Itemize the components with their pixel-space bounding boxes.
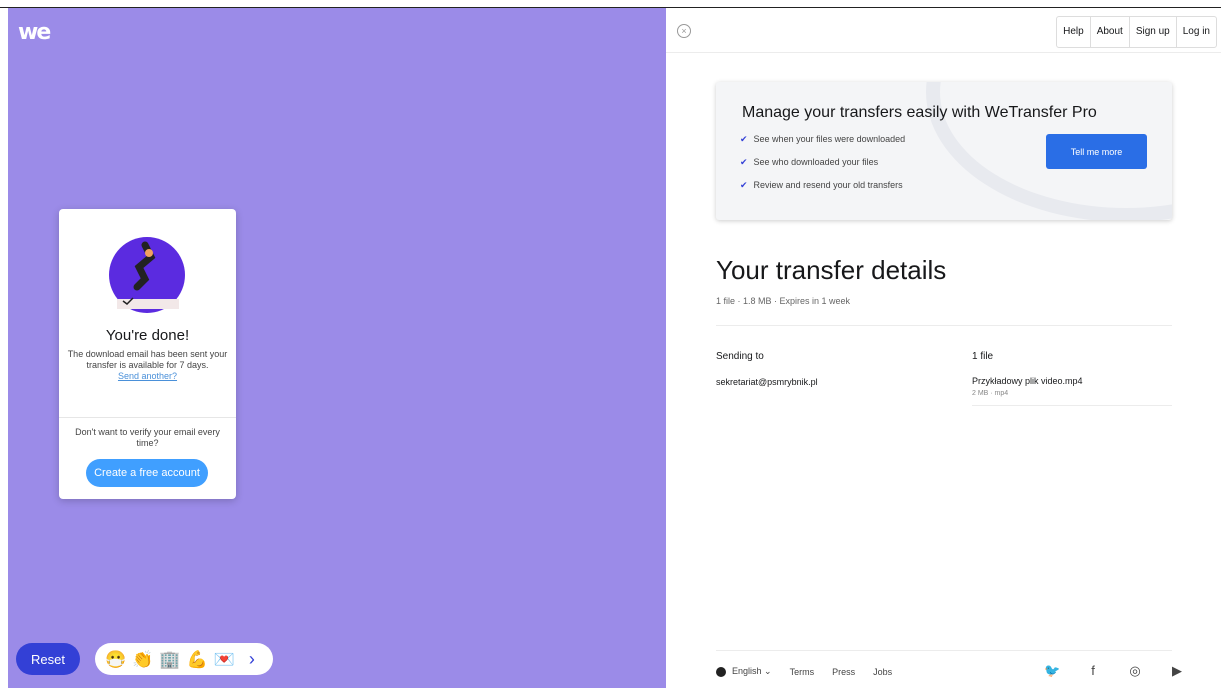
file-meta: 2 MB · mp4 xyxy=(972,390,1009,397)
header-divider xyxy=(666,52,1221,53)
promo-feature-text: See who downloaded your files xyxy=(753,157,879,167)
footer-link-terms[interactable]: Terms xyxy=(790,667,815,677)
page-title: Your transfer details xyxy=(716,255,947,285)
chevron-right-icon[interactable]: › xyxy=(249,649,255,670)
done-message-text: The download email has been sent your tr… xyxy=(67,349,228,370)
promo-feature: ✔ See when your files were downloaded xyxy=(740,133,905,156)
instagram-icon[interactable]: ◎ xyxy=(1128,663,1142,679)
reset-button[interactable]: Reset xyxy=(16,643,80,675)
promo-features: ✔ See when your files were downloaded ✔ Se… xyxy=(740,133,905,202)
footer-link-jobs[interactable]: Jobs xyxy=(873,667,892,677)
done-title: You're done! xyxy=(105,327,190,344)
check-icon: ✔ xyxy=(740,134,748,144)
promo-feature-text: See when your files were downloaded xyxy=(753,134,906,144)
youtube-icon[interactable]: ▶ xyxy=(1170,663,1184,679)
nav-about[interactable]: About xyxy=(1089,17,1129,47)
footer: English ⌄ Terms Press Jobs xyxy=(716,666,910,677)
social-links: 🐦 f ◎ ▶ xyxy=(1044,663,1184,679)
check-icon: ✔ xyxy=(740,180,748,190)
promo-feature: ✔ See who downloaded your files xyxy=(740,156,905,179)
wallpaper-toolbar: 😷 👏 🏢 💪 💌 › xyxy=(95,643,273,675)
file-divider xyxy=(972,405,1172,406)
footer-link-press[interactable]: Press xyxy=(832,667,855,677)
done-message: The download email has been sent your tr… xyxy=(67,349,228,382)
window-top-border xyxy=(0,0,1221,8)
footer-divider xyxy=(716,650,1172,651)
flex-emoji-icon[interactable]: 💪 xyxy=(187,651,208,668)
send-another-link[interactable]: Send another? xyxy=(67,371,228,382)
recipient-email: sekretariat@psmrybnik.pl xyxy=(716,377,818,387)
top-nav: Help About Sign up Log in xyxy=(1056,16,1217,48)
envelope-emoji-icon[interactable]: 💌 xyxy=(214,651,235,668)
nav-help[interactable]: Help xyxy=(1057,17,1090,47)
success-illustration xyxy=(109,237,185,313)
transfer-meta: 1 file · 1.8 MB · Expires in 1 week xyxy=(716,296,851,306)
create-account-button[interactable]: Create a free account xyxy=(86,459,208,487)
background-panel: we You're done! The download email has b… xyxy=(0,8,666,688)
details-divider xyxy=(716,325,1172,326)
card-divider xyxy=(59,417,236,418)
close-icon[interactable]: × xyxy=(677,24,691,38)
verify-prompt: Don't want to verify your email every ti… xyxy=(75,427,220,448)
tell-me-more-button[interactable]: Tell me more xyxy=(1046,134,1147,169)
check-icon: ✔ xyxy=(740,157,748,167)
facebook-icon[interactable]: f xyxy=(1086,663,1100,679)
sending-to-label: Sending to xyxy=(716,351,764,362)
mask-emoji-icon[interactable]: 😷 xyxy=(105,651,126,668)
globe-icon xyxy=(716,666,726,677)
twitter-icon[interactable]: 🐦 xyxy=(1044,663,1060,679)
language-label: English xyxy=(732,666,762,676)
clap-emoji-icon[interactable]: 👏 xyxy=(132,651,153,668)
file-name[interactable]: Przykładowy plik video.mp4 xyxy=(972,376,1083,386)
promo-feature: ✔ Review and resend your old transfers xyxy=(740,179,905,202)
building-emoji-icon[interactable]: 🏢 xyxy=(159,651,180,668)
promo-title: Manage your transfers easily with WeTran… xyxy=(742,104,1097,121)
language-select[interactable]: English ⌄ xyxy=(732,666,772,677)
promo-feature-text: Review and resend your old transfers xyxy=(753,180,903,190)
nav-log-in[interactable]: Log in xyxy=(1175,17,1216,47)
files-count-label: 1 file xyxy=(972,351,994,362)
done-card: You're done! The download email has been… xyxy=(59,209,236,499)
pro-promo-card: Manage your transfers easily with WeTran… xyxy=(716,82,1172,220)
nav-sign-up[interactable]: Sign up xyxy=(1128,17,1176,47)
transfer-panel: × Help About Sign up Log in Manage your … xyxy=(666,8,1221,688)
wetransfer-logo[interactable]: we xyxy=(18,20,51,45)
